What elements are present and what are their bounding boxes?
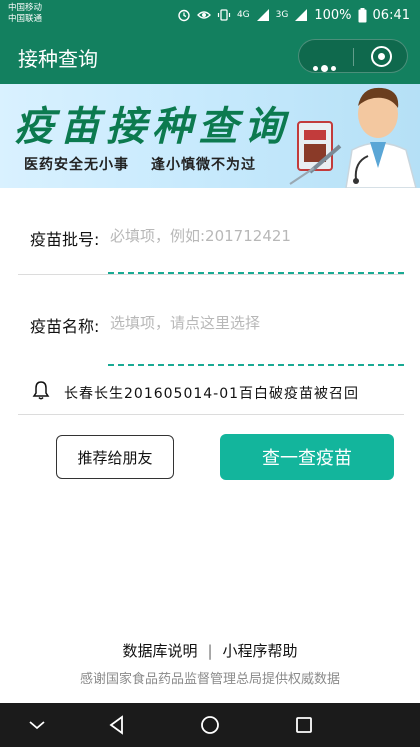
battery-icon <box>358 7 367 22</box>
status-bar: 中国移动 中国联通 4G 3G 100% 06:41 <box>0 0 420 30</box>
row-divider <box>18 274 404 275</box>
carrier-1: 中国移动 <box>8 3 43 13</box>
footer-links: 数据库说明 | 小程序帮助 <box>0 640 420 661</box>
home-icon[interactable] <box>200 715 220 735</box>
signal-icon-2 <box>295 9 308 21</box>
slogan-left: 医药安全无小事 <box>24 157 129 173</box>
status-icons: 4G 3G 100% 06:41 <box>177 6 410 24</box>
more-dots-icon[interactable] <box>313 56 339 75</box>
system-nav-bar <box>0 703 420 747</box>
footer-credit: 感谢国家食品药品监督管理总局提供权威数据 <box>79 672 340 687</box>
alarm-icon <box>178 9 190 22</box>
carrier-info: 中国移动 中国联通 <box>8 3 42 25</box>
name-row: 疫苗名称: <box>0 293 420 353</box>
capsule-divider <box>353 48 354 66</box>
footer-separator: | <box>207 642 213 660</box>
notice-bar[interactable]: 长春长生201605014-01百白破疫苗被召回 <box>0 368 420 414</box>
notice-divider <box>18 414 404 415</box>
hide-keyboard-icon[interactable] <box>27 715 47 735</box>
carrier-2: 中国联通 <box>8 14 43 24</box>
target-close-icon[interactable] <box>371 46 392 67</box>
name-select[interactable] <box>110 311 400 335</box>
doctor-illustration <box>289 87 417 188</box>
batch-input[interactable] <box>110 224 400 248</box>
vibrate-icon <box>217 9 231 21</box>
miniprogram-capsule <box>298 39 408 73</box>
batch-label: 疫苗批号: <box>30 230 100 249</box>
banner-slogan: 医药安全无小事 逢小慎微不为过 <box>24 154 256 174</box>
query-button[interactable]: 查一查疫苗 <box>220 434 394 480</box>
battery-level: 100% <box>314 7 352 23</box>
banner-title: 疫苗接种查询 <box>14 103 290 150</box>
share-button[interactable]: 推荐给朋友 <box>56 435 174 479</box>
network-2: 3G <box>275 10 289 20</box>
network-1: 4G <box>236 10 250 20</box>
signal-icon <box>256 9 269 21</box>
database-info-link[interactable]: 数据库说明 <box>122 642 197 660</box>
recents-icon[interactable] <box>294 715 314 735</box>
name-label: 疫苗名称: <box>30 317 100 336</box>
batch-row: 疫苗批号: <box>0 206 420 266</box>
help-link[interactable]: 小程序帮助 <box>223 642 298 660</box>
page-title: 接种查询 <box>18 47 98 71</box>
name-underline <box>108 364 404 366</box>
bell-icon <box>32 381 50 400</box>
banner: 疫苗接种查询 医药安全无小事 逢小慎微不为过 <box>0 84 420 188</box>
eye-icon <box>197 11 211 19</box>
title-bar: 接种查询 <box>0 30 420 84</box>
back-icon[interactable] <box>107 715 127 735</box>
notice-text: 长春长生201605014-01百白破疫苗被召回 <box>64 386 360 402</box>
slogan-right: 逢小慎微不为过 <box>151 157 256 173</box>
clock: 06:41 <box>372 7 410 23</box>
